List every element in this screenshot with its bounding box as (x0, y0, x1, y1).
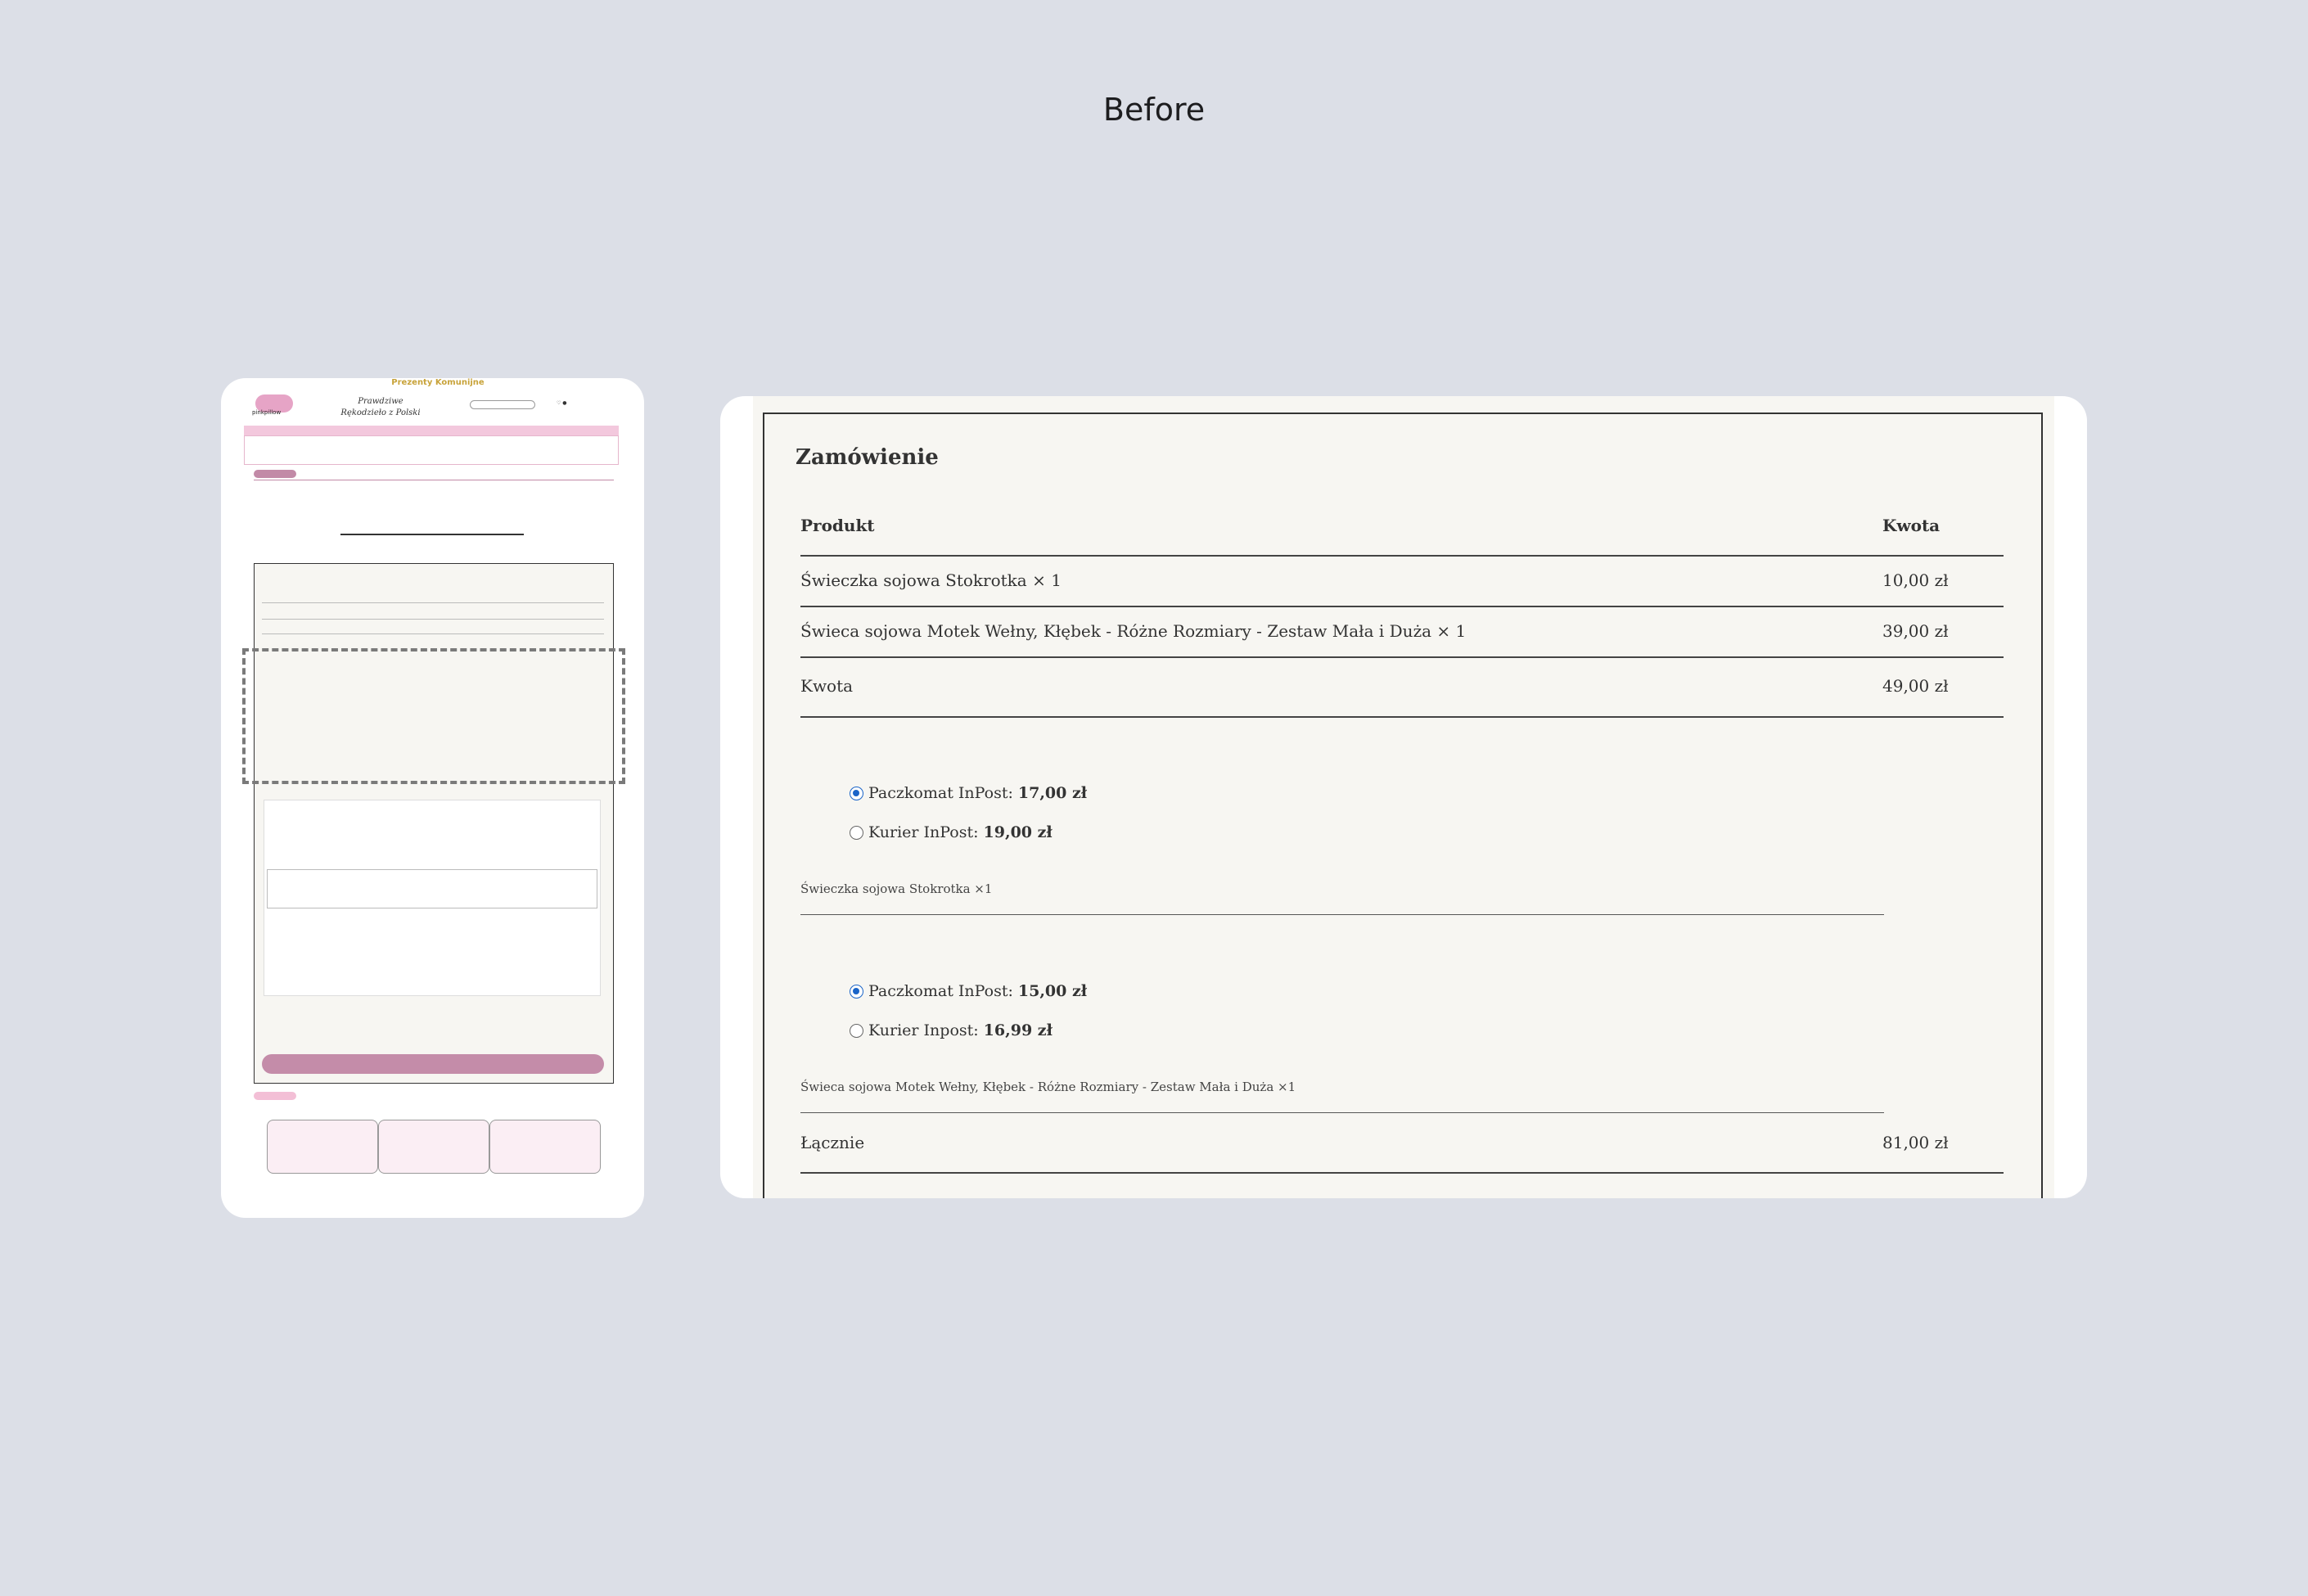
buy-and-pay-button[interactable] (262, 1054, 604, 1074)
feature-card (378, 1120, 489, 1174)
main-nav[interactable] (244, 426, 619, 435)
order-item-amount: 10,00 zł (1882, 570, 1949, 590)
promo-banner[interactable]: Prezenty Komunijne (385, 378, 491, 391)
divider (800, 656, 2004, 658)
total-label: Łącznie (800, 1133, 865, 1152)
shipping-item-label: Świeczka sojowa Stokrotka ×1 (800, 881, 993, 896)
shipping-option-paczkomat[interactable]: Paczkomat InPost: 17,00 zł (850, 784, 1087, 802)
order-item-amount: 39,00 zł (1882, 621, 1949, 641)
search-input[interactable] (470, 400, 535, 409)
mobile-page-thumbnail: Prezenty Komunijne pinkpillow Prawdziwe … (221, 378, 644, 1218)
back-to-cart-pill[interactable] (254, 1092, 296, 1100)
logo-text[interactable]: pinkpillow (252, 409, 281, 416)
payment-selected-option[interactable] (267, 869, 597, 908)
notice-box (244, 435, 619, 465)
divider (800, 555, 2004, 557)
divider (800, 1112, 1884, 1113)
divider (262, 633, 604, 634)
divider (800, 1172, 2004, 1174)
back-pill[interactable] (254, 470, 296, 478)
shipping-item-label: Świeca sojowa Motek Wełny, Kłębek - Różn… (800, 1080, 1296, 1094)
shipping-option-paczkomat[interactable]: Paczkomat InPost: 15,00 zł (850, 982, 1087, 1000)
order-item-name: Świeca sojowa Motek Wełny, Kłębek - Różn… (800, 621, 1467, 641)
order-item-name: Świeczka sojowa Stokrotka × 1 (800, 570, 1062, 590)
column-header-product: Produkt (800, 516, 875, 535)
divider (262, 602, 604, 603)
feature-card (489, 1120, 601, 1174)
order-title: Zamówienie (796, 445, 939, 470)
divider (800, 606, 2004, 607)
divider (800, 716, 2004, 718)
progress-track (340, 534, 524, 535)
subtotal-label: Kwota (800, 676, 854, 696)
shipping-option-kurier[interactable]: Kurier Inpost: 16,99 zł (850, 1021, 1053, 1039)
radio-button[interactable] (850, 984, 863, 999)
radio-button[interactable] (850, 825, 863, 840)
comparison-heading: Before (1102, 92, 1206, 128)
zoomed-order-panel: Zamówienie Produkt Kwota Świeczka sojowa… (720, 396, 2087, 1198)
highlight-dashed-box (242, 648, 625, 784)
feature-card (267, 1120, 378, 1174)
total-amount: 81,00 zł (1882, 1133, 1949, 1152)
column-header-amount: Kwota (1882, 516, 1941, 535)
header-icons[interactable]: ♡ ● (557, 400, 567, 406)
radio-button[interactable] (850, 786, 863, 800)
divider (262, 619, 604, 620)
divider (800, 914, 1884, 915)
shipping-option-kurier[interactable]: Kurier InPost: 19,00 zł (850, 823, 1053, 841)
subtotal-amount: 49,00 zł (1882, 676, 1949, 696)
tagline: Prawdziwe Rękodzieło z Polski (340, 397, 421, 417)
radio-button[interactable] (850, 1023, 863, 1038)
